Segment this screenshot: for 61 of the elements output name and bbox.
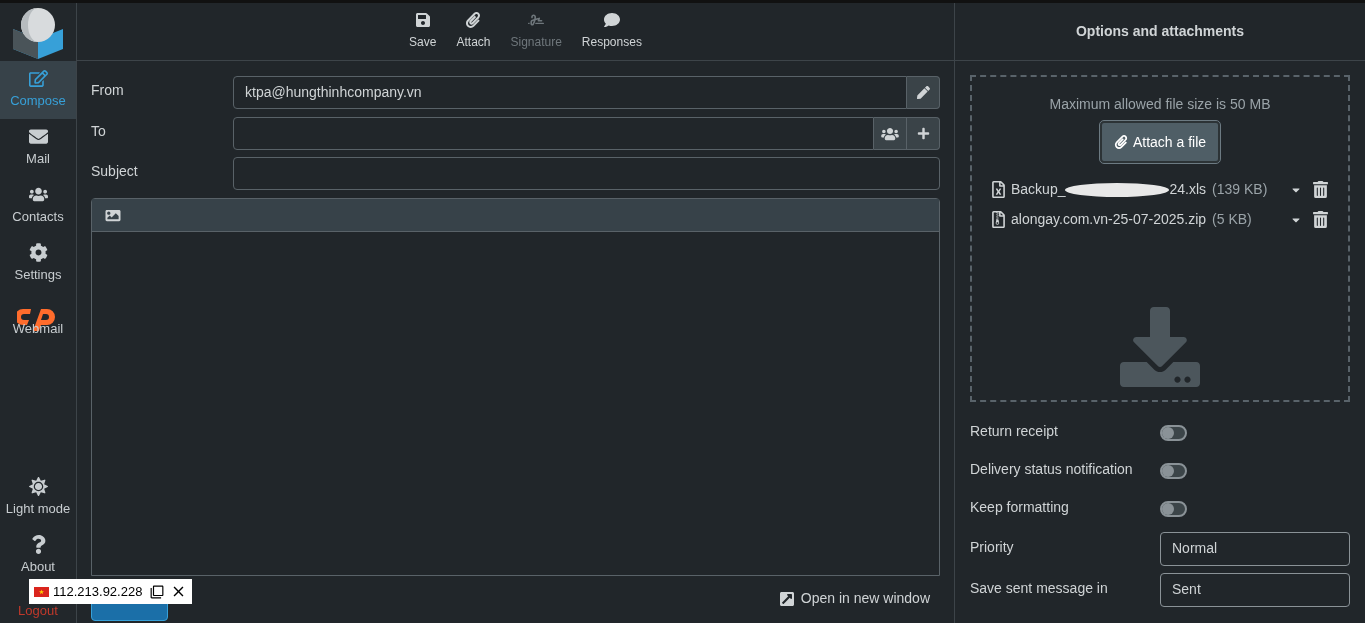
file-icon — [992, 181, 1005, 198]
from-field[interactable]: ktpa@hungthinhcompany.vn — [233, 76, 907, 109]
add-recipient-button[interactable] — [907, 117, 940, 150]
sidebar-item[interactable]: Webmail — [0, 293, 76, 351]
option-label: Keep formatting — [970, 498, 1070, 517]
toolbar-button[interactable]: Save — [406, 12, 440, 51]
people-icon — [881, 126, 899, 141]
attachment-name[interactable]: alongay.com.vn-25-07-2025.zip — [1011, 209, 1207, 230]
panel-title: Options and attachments — [1076, 22, 1244, 41]
plus-icon — [916, 127, 930, 140]
option-label: Priority — [970, 537, 1015, 557]
edit-button[interactable] — [907, 76, 940, 109]
option-label: Save sent message in — [970, 578, 1109, 598]
file-icon — [992, 211, 1005, 228]
pencil-icon — [916, 86, 930, 99]
image-icon[interactable] — [104, 207, 122, 223]
from-label: From — [91, 81, 125, 100]
speech-bubble-icon — [603, 12, 620, 28]
toggle-switch[interactable] — [1160, 425, 1187, 441]
envelope-icon — [28, 127, 48, 147]
toolbar-button[interactable]: Responses — [578, 12, 645, 51]
signature-icon — [528, 12, 545, 28]
to-field[interactable] — [233, 117, 874, 150]
sidebar-item[interactable]: Settings — [0, 235, 76, 293]
file-size: (139 KB) — [1212, 180, 1268, 199]
copy-icon[interactable] — [150, 584, 165, 599]
open-new-window-link[interactable]: Open in new window — [778, 588, 930, 609]
subject-label: Subject — [91, 162, 139, 181]
logo-icon — [11, 5, 65, 59]
sun-icon — [28, 477, 48, 497]
option-label: Return receipt — [970, 422, 1059, 441]
attach-file-button[interactable]: Attach a file — [1099, 121, 1221, 163]
option-label: Delivery status notification — [970, 460, 1134, 479]
contacts-button[interactable] — [874, 117, 907, 150]
attachment-drop-zone[interactable]: Maximum allowed file size is 50 MB Attach a file Backup_ 24.xls (139 KB) alongay.com.vn-25-07-2025.zip (5 KB) — [970, 75, 1350, 402]
settings-icon — [28, 243, 48, 263]
download-icon — [1118, 307, 1202, 387]
ip-address: 112.213.92.228 — [53, 582, 143, 601]
toggle-switch[interactable] — [1160, 463, 1187, 479]
flag-icon — [34, 586, 49, 597]
select-field[interactable]: Sent — [1160, 572, 1350, 607]
external-link-icon — [778, 590, 795, 607]
trash-icon[interactable] — [1313, 211, 1328, 228]
floppy-icon — [414, 12, 431, 28]
paperclip-icon — [465, 12, 482, 28]
attachment-name[interactable]: Backup_ 24.xls — [1011, 179, 1207, 200]
file-size: (5 KB) — [1212, 210, 1252, 229]
compose-icon — [28, 69, 48, 89]
to-label: To — [91, 122, 107, 141]
sidebar-item[interactable]: Contacts — [0, 177, 76, 235]
trash-icon[interactable] — [1313, 181, 1328, 198]
sidebar-item[interactable]: Mail — [0, 119, 76, 177]
subject-field[interactable] — [233, 157, 940, 190]
sidebar-item[interactable]: Compose — [0, 61, 76, 119]
sidebar-item[interactable]: Light mode — [0, 469, 76, 527]
sidebar-item[interactable]: About — [0, 527, 76, 585]
select-field[interactable]: Normal — [1160, 531, 1350, 566]
toggle-switch[interactable] — [1160, 501, 1187, 517]
max-size-text: Maximum allowed file size is 50 MB — [1049, 95, 1271, 114]
paperclip-icon — [1113, 135, 1128, 149]
toolbar-button[interactable]: Attach — [453, 12, 494, 51]
